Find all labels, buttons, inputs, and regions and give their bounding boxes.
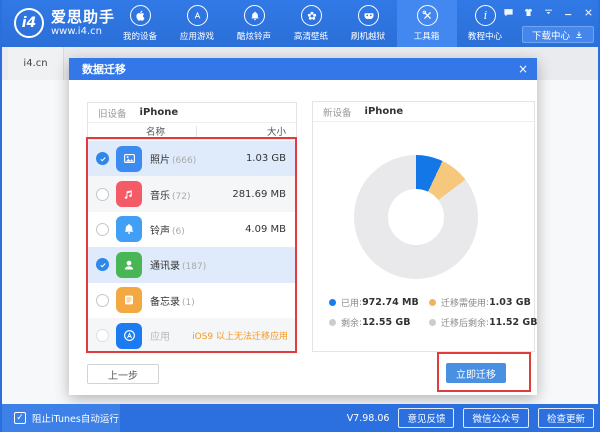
nav-jailbreak[interactable]: 刷机越狱 [340,0,397,47]
column-size: 大小 [267,124,286,138]
info-icon: i [475,5,496,26]
back-button[interactable]: 上一步 [87,364,159,384]
photos-icon [116,146,142,172]
contacts-icon [116,252,142,278]
download-center-button[interactable]: 下载中心 [522,26,594,43]
feedback-bubble-icon[interactable] [503,7,514,18]
feedback-button[interactable]: 意见反馈 [398,408,454,428]
nav-toolbox[interactable]: 工具箱 [397,0,457,47]
logo-i4-icon: i4 [14,8,44,38]
theme-shirt-icon[interactable] [523,7,534,18]
legend-free-after: 迁移后剩余 : 11.52 GB [429,316,537,329]
storage-legend: 已用 : 972.74 MB 迁移需使用 : 1.03 GB 剩余 : 12.5… [329,296,524,329]
column-name: 名称 [146,124,165,138]
tab-i4cn[interactable]: i4.cn [8,47,64,80]
migrate-now-button[interactable]: 立即迁移 [446,363,506,383]
item-size: 281.69 MB [232,189,286,200]
checkbox-unchecked-icon[interactable] [96,223,109,236]
app-subtitle: www.i4.cn [51,26,115,38]
apps-migration-warning: iOS9 以上无法迁移应用 [192,329,288,342]
itunes-block-option[interactable]: ✓ 阻止iTunes自动运行 [2,404,120,432]
checkbox-unchecked-icon[interactable] [96,188,109,201]
storage-donut-chart [354,155,478,279]
list-item-memos[interactable]: 备忘录(1) [88,283,296,318]
old-device-name: iPhone [140,107,179,118]
ringtone-bell-icon [116,216,142,242]
new-device-name: iPhone [365,106,404,117]
status-bar: ✓ 阻止iTunes自动运行 V7.98.06 意见反馈 微信公众号 检查更新 [2,404,600,432]
list-item-music[interactable]: 音乐(72) 281.69 MB [88,176,296,211]
new-device-label: 新设备 [323,105,352,119]
data-migration-dialog: 数据迁移 × 旧设备 iPhone 名称 大小 [69,58,537,395]
checkbox-checked-icon[interactable]: ✓ [14,412,26,424]
app-title: 爱思助手 [51,9,115,26]
main-nav: 我的设备 应用游戏 酷炫铃声 高清壁纸 [112,0,514,47]
menu-dropdown-icon[interactable] [543,7,554,18]
nav-wallpapers[interactable]: 高清壁纸 [283,0,340,47]
checkbox-checked-icon[interactable] [96,152,109,165]
close-icon[interactable] [583,7,594,18]
checkbox-unchecked-icon[interactable] [96,294,109,307]
item-size: 4.09 MB [245,224,286,235]
music-icon [116,181,142,207]
memo-icon [116,287,142,313]
new-device-panel: 新设备 iPhone 已用 : 972.74 MB 迁移需使用 : 1.03 G… [312,101,535,352]
list-item-apps: 应用 iOS9 以上无法迁移应用 [88,318,296,353]
legend-free: 剩余 : 12.55 GB [329,316,429,329]
bell-icon [244,5,265,26]
migration-item-list: 照片(666) 1.03 GB 音乐(72) 281.69 MB [88,141,296,353]
old-device-panel: 旧设备 iPhone 名称 大小 照片(666) 1.03 GB [87,102,297,352]
mask-icon [358,5,379,26]
app-logo: i4 爱思助手 www.i4.cn [14,8,115,38]
list-item-photos[interactable]: 照片(666) 1.03 GB [88,141,296,176]
legend-needed: 迁移需使用 : 1.03 GB [429,296,537,309]
dialog-title: 数据迁移 [82,61,126,77]
list-item-ringtones[interactable]: 铃声(6) 4.09 MB [88,212,296,247]
apps-icon [116,323,142,349]
download-icon [574,30,584,40]
flower-icon [301,5,322,26]
app-window: i4 爱思助手 www.i4.cn 我的设备 应用游戏 [0,0,600,432]
toolbox-icon [417,5,438,26]
apple-icon [130,5,151,26]
list-column-header: 名称 大小 [88,123,296,140]
old-device-label: 旧设备 [98,106,127,120]
nav-ringtones[interactable]: 酷炫铃声 [226,0,283,47]
minimize-icon[interactable] [563,7,574,18]
window-controls [503,7,594,18]
wechat-account-button[interactable]: 微信公众号 [463,408,529,428]
legend-used: 已用 : 972.74 MB [329,296,429,309]
top-toolbar: i4 爱思助手 www.i4.cn 我的设备 应用游戏 [2,0,600,47]
appstore-icon [187,5,208,26]
item-size: 1.03 GB [246,153,286,164]
checkbox-checked-icon[interactable] [96,258,109,271]
check-update-button[interactable]: 检查更新 [538,408,594,428]
checkbox-disabled-icon [96,329,109,342]
itunes-checkbox-label: 阻止iTunes自动运行 [32,411,119,425]
nav-app-games[interactable]: 应用游戏 [169,0,226,47]
list-item-contacts[interactable]: 通讯录(187) [88,247,296,282]
dialog-close-icon[interactable]: × [515,61,531,77]
dialog-header: 数据迁移 × [69,58,537,80]
nav-my-devices[interactable]: 我的设备 [112,0,169,47]
version-label: V7.98.06 [347,413,390,424]
